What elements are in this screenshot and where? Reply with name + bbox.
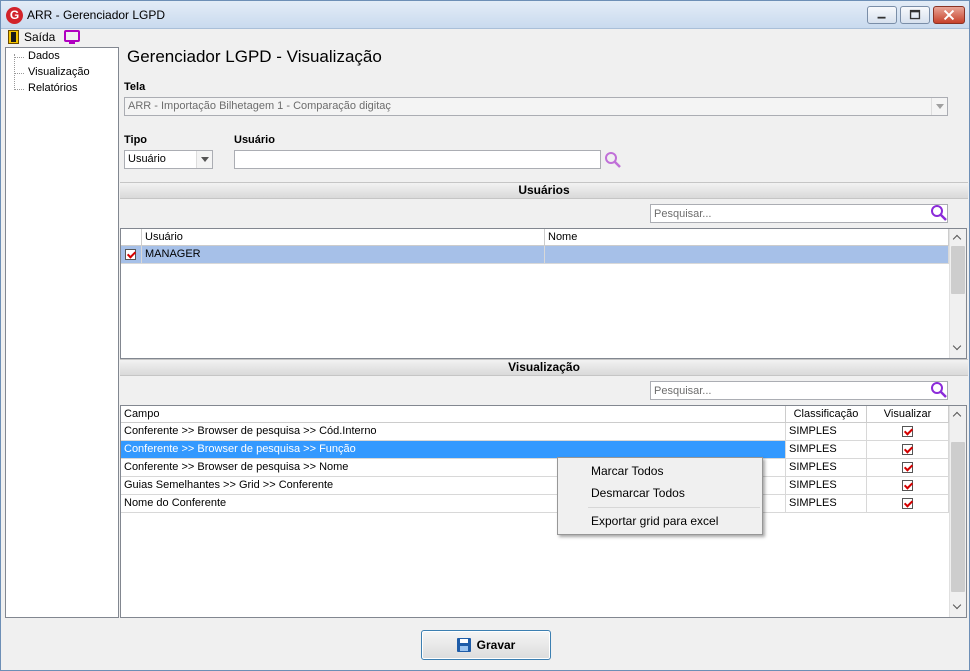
menu-separator [588, 507, 760, 508]
app-logo-icon: G [6, 7, 23, 24]
window-title: ARR - Gerenciador LGPD [27, 8, 166, 22]
campo-cell: Conferente >> Browser de pesquisa >> Cód… [121, 423, 786, 441]
nome-cell [545, 246, 949, 264]
minimize-icon [877, 16, 886, 19]
users-grid-check-header [121, 229, 142, 246]
tela-select[interactable]: ARR - Importação Bilhetagem 1 - Comparaç… [124, 97, 948, 116]
menu-bar: Saída [2, 29, 969, 46]
tipo-value: Usuário [128, 153, 166, 165]
tipo-select[interactable]: Usuário [124, 150, 213, 169]
usuario-label: Usuário [234, 134, 275, 146]
classificacao-cell: SIMPLES [786, 495, 867, 513]
context-menu: Marcar Todos Desmarcar Todos Exportar gr… [557, 457, 763, 535]
view-col-classificacao[interactable]: Classificação [786, 406, 867, 423]
visualizar-cell[interactable] [867, 477, 949, 495]
door-exit-icon [8, 30, 19, 44]
exit-label: Saída [24, 30, 56, 44]
checkbox[interactable] [902, 480, 913, 491]
classificacao-cell: SIMPLES [786, 477, 867, 495]
scroll-up-icon[interactable] [954, 234, 962, 242]
title-bar[interactable]: G ARR - Gerenciador LGPD [1, 1, 969, 29]
checkbox[interactable] [902, 462, 913, 473]
exit-menu-item[interactable]: Saída [8, 29, 55, 45]
table-row[interactable]: Conferente >> Browser de pesquisa >> Fun… [121, 441, 949, 459]
view-search-placeholder: Pesquisar... [654, 385, 712, 397]
users-col-nome[interactable]: Nome [545, 229, 949, 246]
view-search-input[interactable]: Pesquisar... [650, 381, 948, 400]
row-check-cell[interactable] [121, 246, 142, 264]
visualizar-cell[interactable] [867, 495, 949, 513]
view-col-visualizar[interactable]: Visualizar [867, 406, 949, 423]
classificacao-cell: SIMPLES [786, 459, 867, 477]
users-col-usuario[interactable]: Usuário [142, 229, 545, 246]
usuario-input[interactable] [234, 150, 601, 169]
close-icon [943, 9, 955, 21]
tela-label: Tela [124, 81, 146, 93]
table-row[interactable]: MANAGER [121, 246, 949, 264]
save-button[interactable]: Gravar [421, 630, 551, 660]
checkbox[interactable] [902, 498, 913, 509]
view-search-icon[interactable] [930, 381, 948, 399]
table-row[interactable]: Conferente >> Browser de pesquisa >> Cód… [121, 423, 949, 441]
users-grid: Usuário Nome MANAGER [120, 228, 967, 359]
table-row[interactable]: Nome do Conferente SIMPLES [121, 495, 949, 513]
tree-item-relatorios[interactable]: Relatórios [14, 82, 78, 96]
monitor-icon[interactable] [64, 30, 80, 44]
maximize-button[interactable] [900, 6, 930, 24]
checkbox[interactable] [902, 426, 913, 437]
view-grid: Campo Classificação Visualizar Conferent… [120, 405, 967, 618]
chevron-down-icon [931, 98, 947, 115]
tree-item-visualizacao[interactable]: Visualização [14, 66, 90, 80]
menu-item-exportar-excel[interactable]: Exportar grid para excel [591, 514, 718, 528]
classificacao-cell: SIMPLES [786, 423, 867, 441]
navigation-tree: Dados Visualização Relatórios [5, 47, 119, 618]
table-row[interactable]: Guias Semelhantes >> Grid >> Conferente … [121, 477, 949, 495]
checkbox[interactable] [125, 249, 136, 260]
usuario-cell: MANAGER [142, 246, 545, 264]
chevron-down-icon [196, 151, 212, 168]
close-button[interactable] [933, 6, 965, 24]
visualizar-cell[interactable] [867, 441, 949, 459]
users-section-header: Usuários [120, 182, 968, 199]
floppy-disk-icon [456, 638, 471, 652]
visualizar-cell[interactable] [867, 423, 949, 441]
scroll-down-icon[interactable] [954, 343, 962, 351]
users-search-input[interactable]: Pesquisar... [650, 204, 948, 223]
scroll-down-icon[interactable] [954, 602, 962, 610]
visualizar-cell[interactable] [867, 459, 949, 477]
minimize-button[interactable] [867, 6, 897, 24]
tela-value: ARR - Importação Bilhetagem 1 - Comparaç… [128, 100, 391, 112]
view-col-campo[interactable]: Campo [121, 406, 786, 423]
save-button-label: Gravar [476, 638, 516, 652]
view-scrollbar[interactable] [949, 406, 966, 617]
menu-item-desmarcar-todos[interactable]: Desmarcar Todos [591, 486, 685, 500]
search-icon[interactable] [604, 151, 622, 169]
tree-item-dados[interactable]: Dados [14, 50, 60, 64]
users-search-icon[interactable] [930, 204, 948, 222]
maximize-icon [909, 9, 921, 20]
users-search-placeholder: Pesquisar... [654, 208, 712, 220]
table-row[interactable]: Conferente >> Browser de pesquisa >> Nom… [121, 459, 949, 477]
page-title: Gerenciador LGPD - Visualização [127, 47, 382, 66]
scroll-thumb[interactable] [951, 246, 965, 294]
checkbox[interactable] [902, 444, 913, 455]
classificacao-cell: SIMPLES [786, 441, 867, 459]
tipo-label: Tipo [124, 134, 148, 146]
view-section-header: Visualização [120, 359, 968, 376]
scroll-thumb[interactable] [951, 442, 965, 592]
scroll-up-icon[interactable] [954, 411, 962, 419]
app-window: G ARR - Gerenciador LGPD Saída Dados Vis… [0, 0, 970, 671]
menu-item-marcar-todos[interactable]: Marcar Todos [591, 464, 663, 478]
users-scrollbar[interactable] [949, 229, 966, 358]
